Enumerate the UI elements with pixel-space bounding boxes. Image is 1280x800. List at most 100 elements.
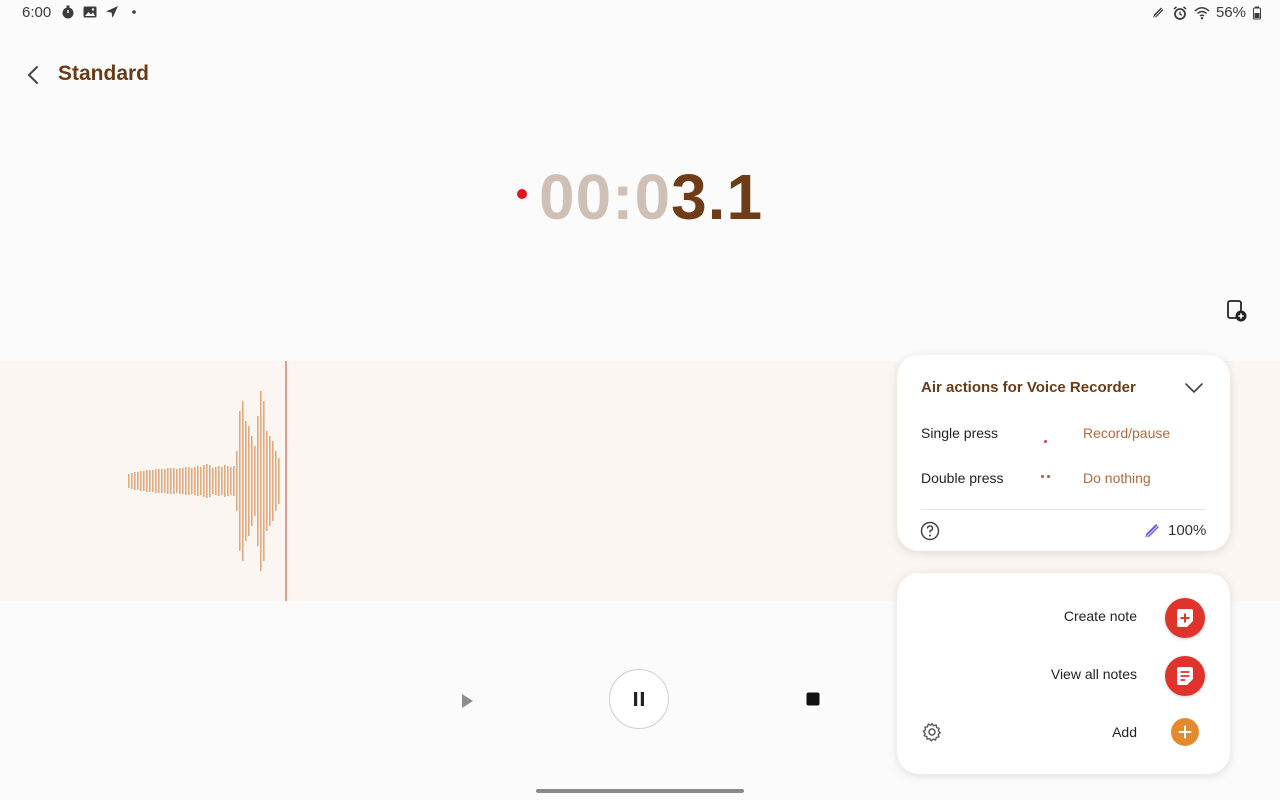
create-note-label: Create note xyxy=(1063,608,1137,624)
waveform-bar xyxy=(245,421,247,541)
single-press-action[interactable]: Record/pause xyxy=(1083,425,1170,441)
waveform-bar xyxy=(224,465,226,497)
waveform-bar xyxy=(215,467,217,495)
chevron-down-icon xyxy=(1185,383,1203,394)
waveform-bar xyxy=(134,472,136,490)
timer-elapsed-dim: 00:0 xyxy=(538,161,672,233)
waveform-bar xyxy=(248,426,250,536)
add-button[interactable] xyxy=(1171,718,1199,746)
waveform xyxy=(128,391,280,571)
page-title: Standard xyxy=(58,62,150,85)
waveform-bar xyxy=(221,467,223,495)
plus-icon xyxy=(1178,725,1192,739)
waveform-bar xyxy=(209,465,211,497)
waveform-bar xyxy=(158,469,160,493)
waveform-bar xyxy=(155,469,157,493)
navigation-icon xyxy=(106,6,118,18)
stop-button[interactable] xyxy=(800,686,826,712)
waveform-bar xyxy=(272,441,274,521)
waveform-bar xyxy=(161,469,163,493)
status-time: 6:00 xyxy=(22,4,52,21)
waveform-bar xyxy=(170,468,172,494)
status-bar: 6:00 56% xyxy=(0,0,1280,24)
waveform-bar xyxy=(260,391,262,571)
status-right: 56% xyxy=(1150,4,1262,21)
s-pen-icon xyxy=(1141,520,1163,542)
gallery-icon xyxy=(83,6,97,18)
wifi-icon xyxy=(1194,6,1210,19)
double-press-dots-icon xyxy=(1041,475,1050,478)
double-press-label: Double press xyxy=(921,470,1004,486)
waveform-bar xyxy=(176,469,178,493)
navigation-handle[interactable] xyxy=(536,789,744,793)
pen-status-icon xyxy=(1151,6,1165,20)
collapse-button[interactable] xyxy=(1183,377,1205,399)
pause-button[interactable] xyxy=(609,669,669,729)
waveform-bar xyxy=(173,468,175,494)
waveform-bar xyxy=(191,468,193,494)
help-icon xyxy=(920,521,940,541)
waveform-bar xyxy=(230,467,232,495)
waveform-bar xyxy=(200,467,202,495)
add-bookmark-button[interactable] xyxy=(1224,299,1248,323)
waveform-bar xyxy=(179,468,181,494)
waveform-bar xyxy=(275,451,277,511)
timer-icon xyxy=(62,5,74,19)
back-arrow-icon xyxy=(28,66,38,84)
waveform-bar xyxy=(278,458,280,504)
add-label: Add xyxy=(1112,724,1137,740)
single-press-label: Single press xyxy=(921,425,999,441)
alarm-icon xyxy=(1173,5,1187,20)
air-actions-title: Air actions for Voice Recorder xyxy=(921,379,1136,396)
waveform-bar xyxy=(206,464,208,498)
waveform-bar xyxy=(197,466,199,496)
back-button[interactable] xyxy=(18,60,48,90)
waveform-bar xyxy=(254,446,256,516)
status-left-icons xyxy=(60,4,142,20)
view-all-notes-label: View all notes xyxy=(1050,666,1137,682)
timer-elapsed-bright: 3.1 xyxy=(671,161,764,233)
double-press-action[interactable]: Do nothing xyxy=(1083,470,1151,486)
waveform-bar xyxy=(164,469,166,493)
waveform-bar xyxy=(203,465,205,497)
waveform-bar xyxy=(239,411,241,551)
waveform-bar xyxy=(194,467,196,495)
waveform-bar xyxy=(236,451,238,511)
waveform-bar xyxy=(128,474,130,488)
more-notifications-dot-icon xyxy=(132,10,136,14)
waveform-bar xyxy=(212,468,214,494)
create-note-button[interactable] xyxy=(1165,598,1205,638)
air-actions-panel: Air actions for Voice Recorder Single pr… xyxy=(897,355,1230,551)
waveform-bar xyxy=(218,466,220,496)
play-button[interactable] xyxy=(452,686,482,716)
recording-indicator-icon xyxy=(516,189,527,200)
waveform-bar xyxy=(233,466,235,496)
waveform-bar xyxy=(131,473,133,489)
waveform-bar xyxy=(185,467,187,495)
settings-button[interactable] xyxy=(921,721,943,743)
playhead[interactable] xyxy=(285,361,287,601)
notes-panel: Create note View all notes Add xyxy=(897,573,1230,774)
waveform-bar xyxy=(251,436,253,526)
waveform-bar xyxy=(152,470,154,492)
stop-icon xyxy=(806,692,820,706)
waveform-bar xyxy=(227,466,229,496)
waveform-bar xyxy=(263,401,265,561)
single-press-dot-icon xyxy=(1044,430,1047,448)
view-all-notes-button[interactable] xyxy=(1165,656,1205,696)
waveform-bar xyxy=(257,416,259,546)
recording-timer: 00:03.1 xyxy=(0,160,1280,234)
waveform-bar xyxy=(266,431,268,531)
battery-icon xyxy=(1253,6,1261,19)
waveform-bar xyxy=(188,467,190,495)
waveform-bar xyxy=(140,471,142,491)
waveform-bar xyxy=(149,470,151,492)
gear-icon xyxy=(922,722,941,742)
notes-list-icon xyxy=(1177,667,1193,685)
help-button[interactable] xyxy=(919,520,941,542)
note-add-icon xyxy=(1177,609,1193,627)
waveform-bar xyxy=(143,471,145,491)
waveform-bar xyxy=(269,436,271,526)
pause-icon xyxy=(634,692,644,706)
waveform-bar xyxy=(242,401,244,561)
